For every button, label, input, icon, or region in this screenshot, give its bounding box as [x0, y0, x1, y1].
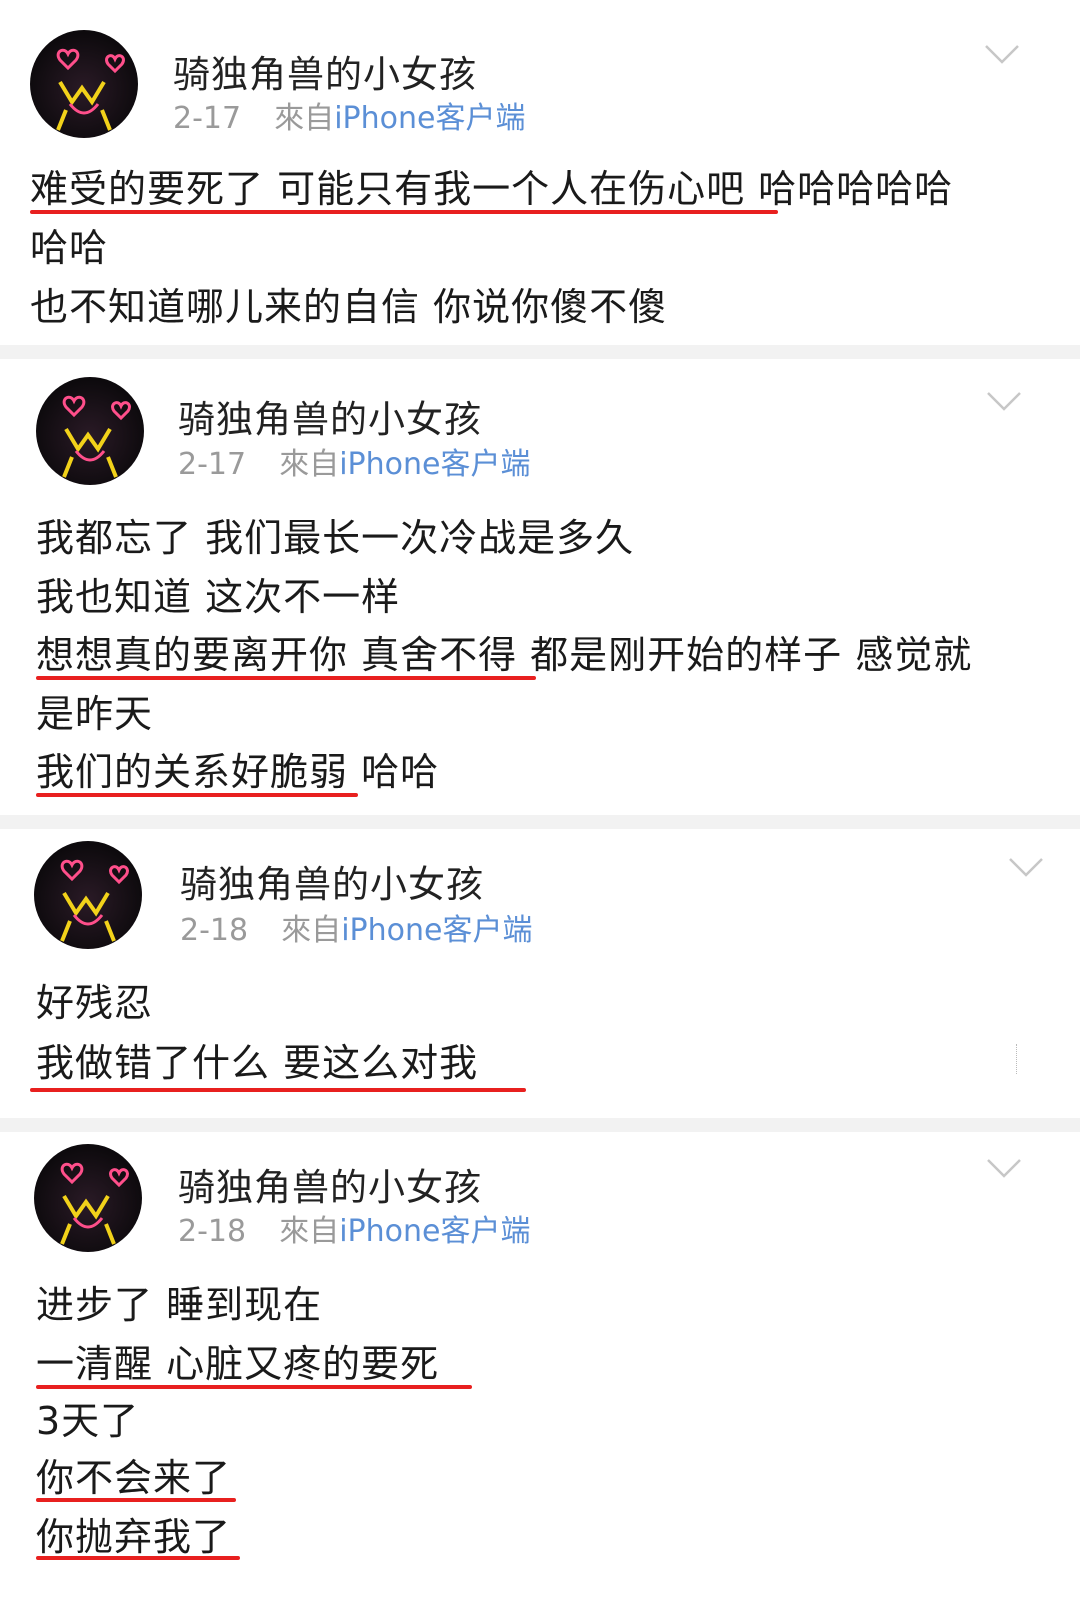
user-name[interactable]: 骑独角兽的小女孩	[178, 389, 482, 443]
post-source-client[interactable]: iPhone客户端	[334, 101, 525, 136]
post-source-client[interactable]: iPhone客户端	[341, 913, 532, 948]
highlight-underline	[36, 1556, 240, 1560]
post-separator	[0, 1118, 1080, 1132]
post-text-line: 我们的关系好脆弱 哈哈	[36, 750, 440, 794]
avatar[interactable]	[30, 30, 138, 138]
avatar[interactable]	[34, 1144, 142, 1252]
highlight-underline	[30, 210, 778, 214]
post-text-line: 我做错了什么 要这么对我	[36, 1041, 479, 1085]
post-text-line: 也不知道哪儿来的自信 你说你傻不傻	[30, 285, 668, 329]
avatar-art	[56, 48, 125, 131]
post-text-line: 进步了 睡到现在	[36, 1283, 323, 1327]
post-meta: 2-17 來自iPhone客户端	[178, 439, 530, 483]
post-card: 骑独角兽的小女孩 2-17 來自iPhone客户端 难受的要死了 可能只有我一个…	[0, 0, 1080, 345]
post-card: 骑独角兽的小女孩 2-18 來自iPhone客户端 好残忍 我做错了什么 要这么…	[0, 829, 1080, 1118]
post-source-client[interactable]: iPhone客户端	[339, 1214, 530, 1249]
chevron-down-icon[interactable]	[986, 389, 1022, 413]
chevron-down-icon[interactable]	[986, 1156, 1022, 1180]
post-text-line: 我都忘了 我们最长一次冷战是多久	[36, 516, 635, 560]
highlight-underline	[36, 793, 358, 797]
highlight-underline	[36, 676, 536, 680]
post-text-line: 一清醒 心脏又疼的要死	[36, 1342, 440, 1386]
post-source-prefix: 來自	[274, 101, 335, 136]
user-name[interactable]: 骑独角兽的小女孩	[178, 1157, 482, 1211]
post-text-line: 是昨天	[36, 692, 154, 736]
post-text-line: 哈哈	[30, 226, 109, 270]
post-card: 骑独角兽的小女孩 2-18 來自iPhone客户端 进步了 睡到现在 一清醒 心…	[0, 1132, 1080, 1605]
post-date: 2-17	[178, 447, 247, 482]
post-meta: 2-18 來自iPhone客户端	[178, 1206, 530, 1250]
post-card: 骑独角兽的小女孩 2-17 來自iPhone客户端 我都忘了 我们最长一次冷战是…	[0, 359, 1080, 815]
highlight-underline	[36, 1385, 472, 1389]
post-text-line: 我也知道 这次不一样	[36, 575, 401, 619]
avatar[interactable]	[36, 377, 144, 485]
chevron-down-icon[interactable]	[984, 42, 1020, 66]
post-meta: 2-18 來自iPhone客户端	[180, 905, 532, 949]
highlight-underline	[30, 1088, 526, 1092]
post-source-prefix: 來自	[279, 1214, 340, 1249]
post-text-line: 难受的要死了 可能只有我一个人在伤心吧 哈哈哈哈哈	[30, 167, 954, 211]
post-date: 2-17	[173, 101, 242, 136]
post-date: 2-18	[178, 1214, 247, 1249]
user-name[interactable]: 骑独角兽的小女孩	[173, 44, 477, 98]
post-source-prefix: 來自	[279, 447, 340, 482]
user-name[interactable]: 骑独角兽的小女孩	[180, 854, 484, 908]
post-text-line: 你抛弃我了	[36, 1515, 232, 1559]
post-date: 2-18	[180, 913, 249, 948]
weibo-feed: 骑独角兽的小女孩 2-17 來自iPhone客户端 难受的要死了 可能只有我一个…	[0, 0, 1080, 1605]
post-source-prefix: 來自	[281, 913, 342, 948]
post-separator	[0, 815, 1080, 829]
post-text-line: 想想真的要离开你 真舍不得 都是刚开始的样子 感觉就	[36, 633, 973, 677]
post-text-line: 好残忍	[36, 981, 154, 1025]
avatar-art	[62, 395, 131, 478]
post-text-line: 3天了	[36, 1399, 140, 1443]
post-meta: 2-17 來自iPhone客户端	[173, 93, 525, 137]
post-text-line: 你不会来了	[36, 1456, 232, 1500]
avatar-art	[60, 1162, 129, 1245]
avatar-art	[60, 859, 129, 942]
post-source-client[interactable]: iPhone客户端	[339, 447, 530, 482]
highlight-underline	[36, 1498, 236, 1502]
scroll-indicator	[1016, 1044, 1019, 1074]
chevron-down-icon[interactable]	[1008, 855, 1044, 879]
post-separator	[0, 345, 1080, 359]
avatar[interactable]	[34, 841, 142, 949]
